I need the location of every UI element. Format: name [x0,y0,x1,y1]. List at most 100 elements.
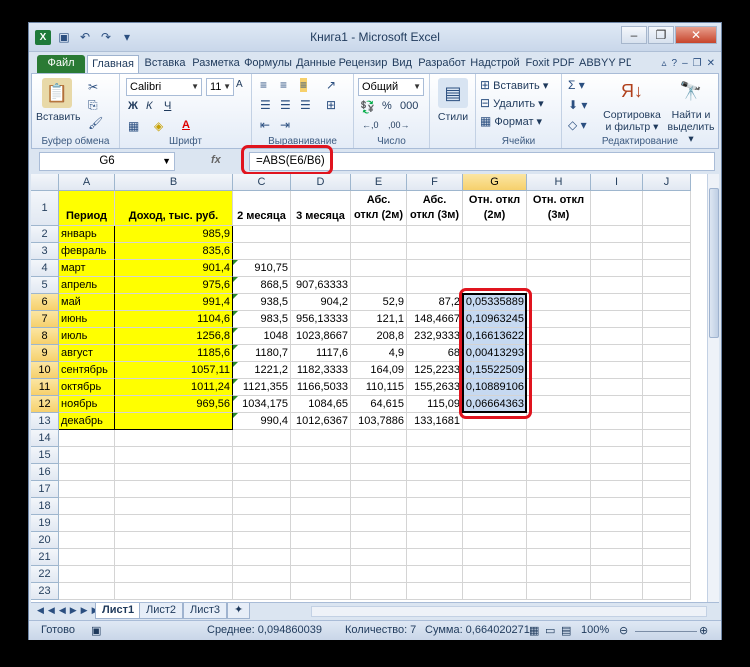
merge-icon[interactable]: ⊞ [326,98,336,112]
align-middle-icon[interactable]: ≡ [280,78,287,92]
data-cell[interactable]: 907,63333 [291,277,351,294]
percent-button[interactable]: % [382,100,392,112]
row-header[interactable]: 7 [31,311,59,328]
data-cell[interactable] [591,583,643,600]
data-cell[interactable] [643,464,691,481]
data-cell[interactable] [463,583,527,600]
data-cell[interactable]: 868,5 [233,277,291,294]
format-painter-icon[interactable]: 🖌 [88,116,103,130]
data-cell[interactable]: 983,5 [233,311,291,328]
data-cell[interactable] [643,379,691,396]
header-cell[interactable]: Абс. откл (2м) [351,191,407,226]
data-cell[interactable] [115,515,233,532]
row-header[interactable]: 4 [31,260,59,277]
data-cell[interactable] [591,362,643,379]
data-cell[interactable] [351,430,407,447]
data-cell[interactable] [591,515,643,532]
orientation-icon[interactable]: ↗ [326,78,336,92]
data-cell[interactable] [591,413,643,430]
data-cell[interactable] [527,379,591,396]
sheet-tab-3[interactable]: Лист3 [183,603,228,619]
row-header[interactable]: 13 [31,413,59,430]
data-cell[interactable] [59,498,115,515]
row-header[interactable]: 2 [31,226,59,243]
data-cell[interactable] [233,430,291,447]
sort-filter-button[interactable]: Я↓ Сортировка и фильтр ▾ [600,76,664,133]
data-cell[interactable] [59,549,115,566]
data-cell[interactable] [643,515,691,532]
header-cell[interactable]: Абс. откл (3м) [407,191,463,226]
column-header[interactable]: B [115,174,233,191]
data-cell[interactable]: 1221,2 [233,362,291,379]
data-cell[interactable] [407,481,463,498]
spreadsheet-grid[interactable]: A B C D E F G H I J 1 Период Доход, тыс. руб. 2 месяц… [31,174,719,602]
thousands-button[interactable]: 000 [400,100,418,112]
data-cell[interactable]: 110,115 [351,379,407,396]
data-cell[interactable] [643,430,691,447]
data-cell[interactable] [463,549,527,566]
format-cells-button[interactable]: ▦ Формат ▾ [480,114,542,128]
data-cell[interactable]: 975,6 [115,277,233,294]
column-header[interactable]: D [291,174,351,191]
data-cell[interactable]: 208,8 [351,328,407,345]
data-cell[interactable] [527,447,591,464]
data-cell[interactable] [407,549,463,566]
sheet-nav-icon[interactable]: ◀◀◀▶▶▶ [37,605,103,616]
data-cell[interactable] [591,447,643,464]
data-cell[interactable] [233,226,291,243]
data-cell[interactable]: 1012,6367 [291,413,351,430]
column-header[interactable]: E [351,174,407,191]
close-icon[interactable]: ✕ [675,26,717,44]
data-cell[interactable] [643,481,691,498]
delete-cells-button[interactable]: ⊟ Удалить ▾ [480,96,544,110]
number-format-select[interactable]: Общий ▼ [358,78,424,96]
data-cell[interactable] [351,549,407,566]
column-header[interactable]: J [643,174,691,191]
data-cell[interactable] [643,277,691,294]
data-cell[interactable] [233,515,291,532]
row-header[interactable]: 10 [31,362,59,379]
data-cell[interactable] [463,464,527,481]
data-cell[interactable] [527,260,591,277]
data-cell[interactable] [591,396,643,413]
data-cell[interactable]: 1057,11 [115,362,233,379]
data-cell[interactable]: 910,75 [233,260,291,277]
data-cell[interactable] [463,481,527,498]
window-minimize-icon[interactable]: – [682,58,688,69]
data-cell[interactable] [59,447,115,464]
data-cell[interactable] [351,277,407,294]
data-cell[interactable] [291,498,351,515]
data-cell[interactable] [115,549,233,566]
data-cell[interactable]: 115,09 [407,396,463,413]
data-cell[interactable] [351,481,407,498]
align-bottom-icon[interactable]: ≡ [300,78,308,92]
tab-review[interactable]: Рецензир [337,55,389,73]
row-header[interactable]: 17 [31,481,59,498]
insert-cells-button[interactable]: ⊞ Вставить ▾ [480,78,548,92]
data-cell[interactable]: 68 [407,345,463,362]
font-color-icon[interactable]: A [182,119,190,131]
data-cell[interactable] [643,447,691,464]
data-cell[interactable] [407,464,463,481]
data-cell[interactable] [233,583,291,600]
data-cell[interactable] [463,226,527,243]
data-cell[interactable] [527,481,591,498]
data-cell[interactable]: июнь [59,311,115,328]
data-cell[interactable] [351,532,407,549]
header-cell[interactable] [643,191,691,226]
page-break-view-icon[interactable]: ▤ [561,624,571,637]
data-cell[interactable] [115,464,233,481]
data-cell[interactable] [407,498,463,515]
data-cell[interactable] [527,328,591,345]
data-cell[interactable] [591,481,643,498]
row-header[interactable]: 15 [31,447,59,464]
data-cell[interactable] [591,464,643,481]
fill-color-icon[interactable]: ◈ [154,119,163,133]
window-close-icon[interactable]: ✕ [707,58,715,69]
horizontal-scrollbar[interactable] [311,606,707,617]
data-cell[interactable] [291,226,351,243]
styles-button[interactable]: ▤ Стили [434,78,472,123]
minimize-ribbon-icon[interactable]: ▵ [661,58,666,69]
data-cell[interactable] [407,277,463,294]
column-header[interactable]: G [463,174,527,191]
